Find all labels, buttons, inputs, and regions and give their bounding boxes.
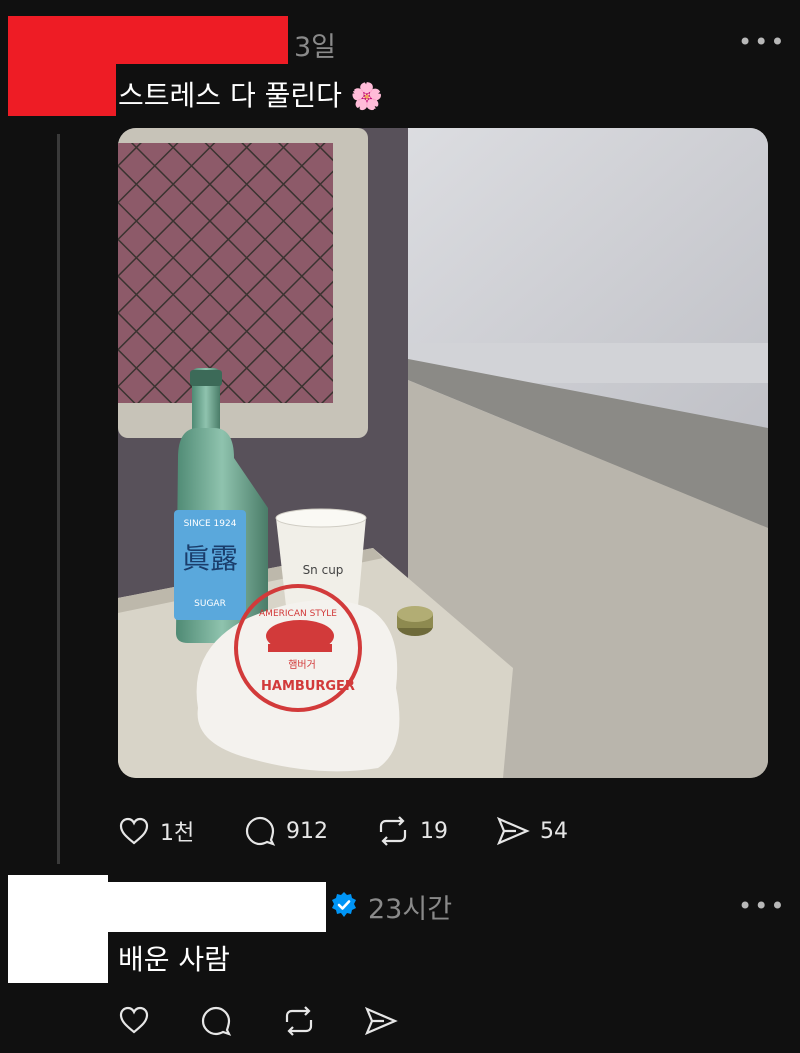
like-count: 1천 bbox=[160, 821, 195, 846]
share-count: 54 bbox=[540, 818, 568, 844]
reply-repost-button[interactable] bbox=[282, 1005, 316, 1037]
post-text-content: 스트레스 다 풀린다 bbox=[118, 79, 342, 112]
wrapper-top-text: AMERICAN STYLE bbox=[259, 609, 337, 619]
post-timestamp: 3일 bbox=[294, 32, 337, 63]
repost-icon bbox=[285, 1006, 313, 1036]
bottle-since-label: SINCE 1924 bbox=[184, 519, 237, 529]
post-text: 스트레스 다 풀린다 🌸 bbox=[118, 74, 383, 114]
train-table-photo: SINCE 1924 眞露 SUGAR Sn cup AMERICAN STYL… bbox=[118, 128, 768, 778]
repost-button[interactable]: 19 bbox=[376, 815, 448, 847]
reply-text: 배운 사람 bbox=[118, 943, 230, 976]
heart-icon bbox=[119, 1006, 149, 1034]
post-image[interactable]: SINCE 1924 眞露 SUGAR Sn cup AMERICAN STYL… bbox=[118, 128, 768, 778]
redacted-avatar-box bbox=[8, 875, 108, 983]
bottle-brand-label: 眞露 bbox=[182, 542, 238, 575]
bottle-sub-label: SUGAR bbox=[194, 599, 226, 609]
reply-timestamp: 23시간 bbox=[368, 894, 453, 925]
wrapper-bottom-text: HAMBURGER bbox=[261, 679, 355, 694]
comment-bubble-icon bbox=[245, 816, 276, 846]
repost-count: 19 bbox=[420, 818, 448, 844]
share-button[interactable]: 54 bbox=[496, 815, 568, 847]
send-icon bbox=[364, 1006, 398, 1036]
reply-share-button[interactable] bbox=[364, 1005, 398, 1037]
comment-count: 912 bbox=[286, 818, 328, 844]
like-button[interactable]: 1천 bbox=[118, 815, 194, 847]
bottle-cap bbox=[397, 606, 433, 636]
wrapper-mid-text: 햄버거 bbox=[288, 658, 316, 671]
redacted-username-bar bbox=[108, 882, 326, 932]
comment-bubble-icon bbox=[201, 1006, 232, 1036]
reply-like-button[interactable] bbox=[118, 1005, 150, 1035]
send-icon bbox=[496, 816, 530, 846]
verified-badge-icon bbox=[330, 891, 358, 923]
redacted-username-bar bbox=[116, 16, 288, 64]
reply-more-options-button[interactable]: ••• bbox=[738, 892, 786, 920]
cherry-blossom-emoji: 🌸 bbox=[350, 82, 384, 112]
reply-comment-button[interactable] bbox=[200, 1005, 232, 1037]
more-options-button[interactable]: ••• bbox=[738, 28, 786, 56]
heart-icon bbox=[119, 817, 149, 845]
redacted-username-box bbox=[8, 16, 116, 116]
repost-icon bbox=[379, 816, 407, 846]
comment-button[interactable]: 912 bbox=[244, 815, 328, 847]
thread-line bbox=[57, 134, 60, 864]
cup-handwriting: Sn cup bbox=[303, 563, 344, 577]
